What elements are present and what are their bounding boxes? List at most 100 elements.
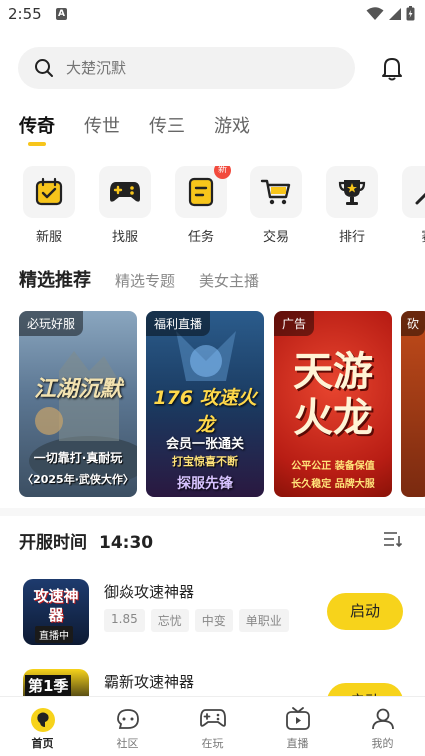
tab-chuanshi[interactable]: 传世: [84, 112, 120, 146]
card-title: 江湖沉默: [33, 377, 122, 402]
card-subtitle: 公平公正 装备保值: [291, 461, 375, 472]
tab-label: 传奇: [19, 116, 55, 137]
section-tab-streamers[interactable]: 美女主播: [199, 270, 259, 291]
card-footer: 〈2025年·武侠大作〉: [22, 473, 134, 486]
game-tag: 单职业: [238, 609, 289, 632]
tools-icon: [415, 192, 425, 205]
card-tag: 广告: [274, 311, 315, 336]
nav-label: 在玩: [201, 737, 224, 750]
nav-label: 直播: [286, 737, 309, 750]
category-tabs: 传奇 传世 传三 游戏: [19, 112, 279, 146]
nav-live[interactable]: 直播: [255, 697, 340, 756]
game-tags: 1.85 忘忧 中变 单职业: [104, 609, 289, 632]
bell-icon[interactable]: [379, 55, 405, 81]
live-badge: 直播中: [35, 626, 73, 643]
card-title: 天游火龙: [293, 349, 373, 441]
game-tag: 中变: [194, 609, 233, 632]
tab-label: 传世: [84, 116, 120, 137]
promo-cards: 必玩好服 江湖沉默 一切靠打·真耐玩 〈2025年·武侠大作〉 福利直播 176…: [19, 311, 425, 497]
tab-youxi[interactable]: 游戏: [214, 112, 250, 146]
tab-chuanqi[interactable]: 传奇: [19, 112, 55, 146]
quick-label: 任务: [187, 230, 214, 245]
trophy-icon: [338, 180, 366, 205]
nav-icon-wrap: [170, 707, 255, 731]
game-thumb-text: 攻速神器: [33, 587, 79, 624]
card-footer: 打宝惊喜不断: [172, 455, 238, 468]
launch-button[interactable]: 启动: [327, 683, 403, 696]
game-name: 霸新攻速神器: [104, 673, 195, 691]
promo-card[interactable]: 必玩好服 江湖沉默 一切靠打·真耐玩 〈2025年·武侠大作〉: [19, 311, 137, 497]
gamepad-icon: [110, 182, 140, 202]
nav-profile[interactable]: 我的: [340, 697, 425, 756]
nav-community[interactable]: 社区: [85, 697, 170, 756]
nav-icon-wrap: [85, 707, 170, 731]
game-row[interactable]: 攻速神器 直播中 御焱攻速神器 1.85 忘忧 中变 单职业 启动: [0, 579, 425, 655]
section-tab-featured[interactable]: 精选推荐: [19, 266, 91, 292]
new-badge: 新: [214, 166, 231, 179]
quick-icon-tile: [250, 166, 302, 218]
live-tv-icon: [285, 707, 310, 730]
open-server-title: 开服时间: [19, 533, 87, 553]
sort-list-icon[interactable]: [383, 530, 403, 548]
gamepad-icon: [199, 709, 226, 727]
quick-trade[interactable]: 交易: [246, 166, 306, 245]
status-bar: 2:55 A: [0, 0, 425, 30]
nav-icon-wrap: [340, 707, 425, 731]
promo-card[interactable]: 福利直播 176 攻速火龙 会员一张通关 打宝惊喜不断 探服先锋: [146, 311, 264, 497]
tab-label: 传三: [149, 116, 185, 137]
game-tag: 1.85: [104, 609, 145, 632]
section-divider: [0, 508, 425, 516]
quick-label: 赛: [398, 226, 425, 245]
quick-icon-tile: 新: [175, 166, 231, 218]
community-icon: [116, 709, 139, 729]
nav-label: 社区: [116, 737, 139, 750]
nav-label: 我的: [371, 737, 394, 750]
quick-ranking[interactable]: 排行: [322, 166, 382, 245]
profile-icon: [371, 708, 394, 730]
home-icon: [30, 708, 55, 732]
game-name: 御焱攻速神器: [104, 583, 195, 601]
game-thumbnail: 攻速神器 直播中: [23, 579, 89, 645]
quick-label: 新服: [35, 230, 62, 245]
promo-card[interactable]: 广告 天游火龙 公平公正 装备保值 长久稳定 品牌大服: [274, 311, 392, 497]
card-tag: 砍: [401, 311, 425, 336]
game-row[interactable]: 第1季 霸新攻速神器 启动: [0, 669, 425, 696]
search-row: [18, 47, 408, 89]
quick-icon-tile: [99, 166, 151, 218]
cart-icon: [260, 179, 291, 205]
nav-icon-wrap: [255, 707, 340, 731]
card-art: [29, 351, 137, 486]
launch-button[interactable]: 启动: [327, 593, 403, 630]
quick-new-server[interactable]: 新服: [19, 166, 79, 245]
nav-home[interactable]: 首页: [0, 697, 85, 756]
battery-icon: [406, 6, 415, 21]
game-tag: 忘忧: [150, 609, 189, 632]
game-thumbnail: 第1季: [23, 669, 89, 696]
open-server-time: 14:30: [99, 533, 154, 553]
section-tab-topics[interactable]: 精选专题: [115, 270, 175, 291]
promo-card[interactable]: 砍: [401, 311, 425, 497]
search-box[interactable]: [18, 47, 355, 89]
tab-chuansan[interactable]: 传三: [149, 112, 185, 146]
card-subtitle: 会员一张通关: [165, 437, 244, 452]
card-footer: 长久稳定 品牌大服: [291, 479, 375, 490]
task-list-icon: [188, 177, 214, 207]
quick-tasks[interactable]: 新 任务: [171, 166, 231, 245]
quick-icon-tile: [402, 166, 425, 218]
quick-competition[interactable]: 赛: [398, 166, 425, 245]
quick-label: 交易: [262, 230, 289, 245]
quick-icon-tile: [326, 166, 378, 218]
search-input[interactable]: [66, 47, 326, 89]
quick-actions: 新服 找服 新 任务 交易 排行: [0, 166, 425, 246]
signal-icon: [389, 7, 401, 20]
card-tag: 必玩好服: [19, 311, 84, 336]
tab-active-indicator: [28, 142, 46, 146]
wifi-icon: [366, 6, 384, 20]
card-extra: 探服先锋: [177, 476, 233, 492]
quick-icon-tile: [23, 166, 75, 218]
quick-find-server[interactable]: 找服: [95, 166, 155, 245]
nav-playing[interactable]: 在玩: [170, 697, 255, 756]
card-tag: 福利直播: [146, 311, 211, 336]
open-server-header: 开服时间 14:30: [19, 528, 153, 553]
status-time: 2:55: [8, 5, 42, 23]
